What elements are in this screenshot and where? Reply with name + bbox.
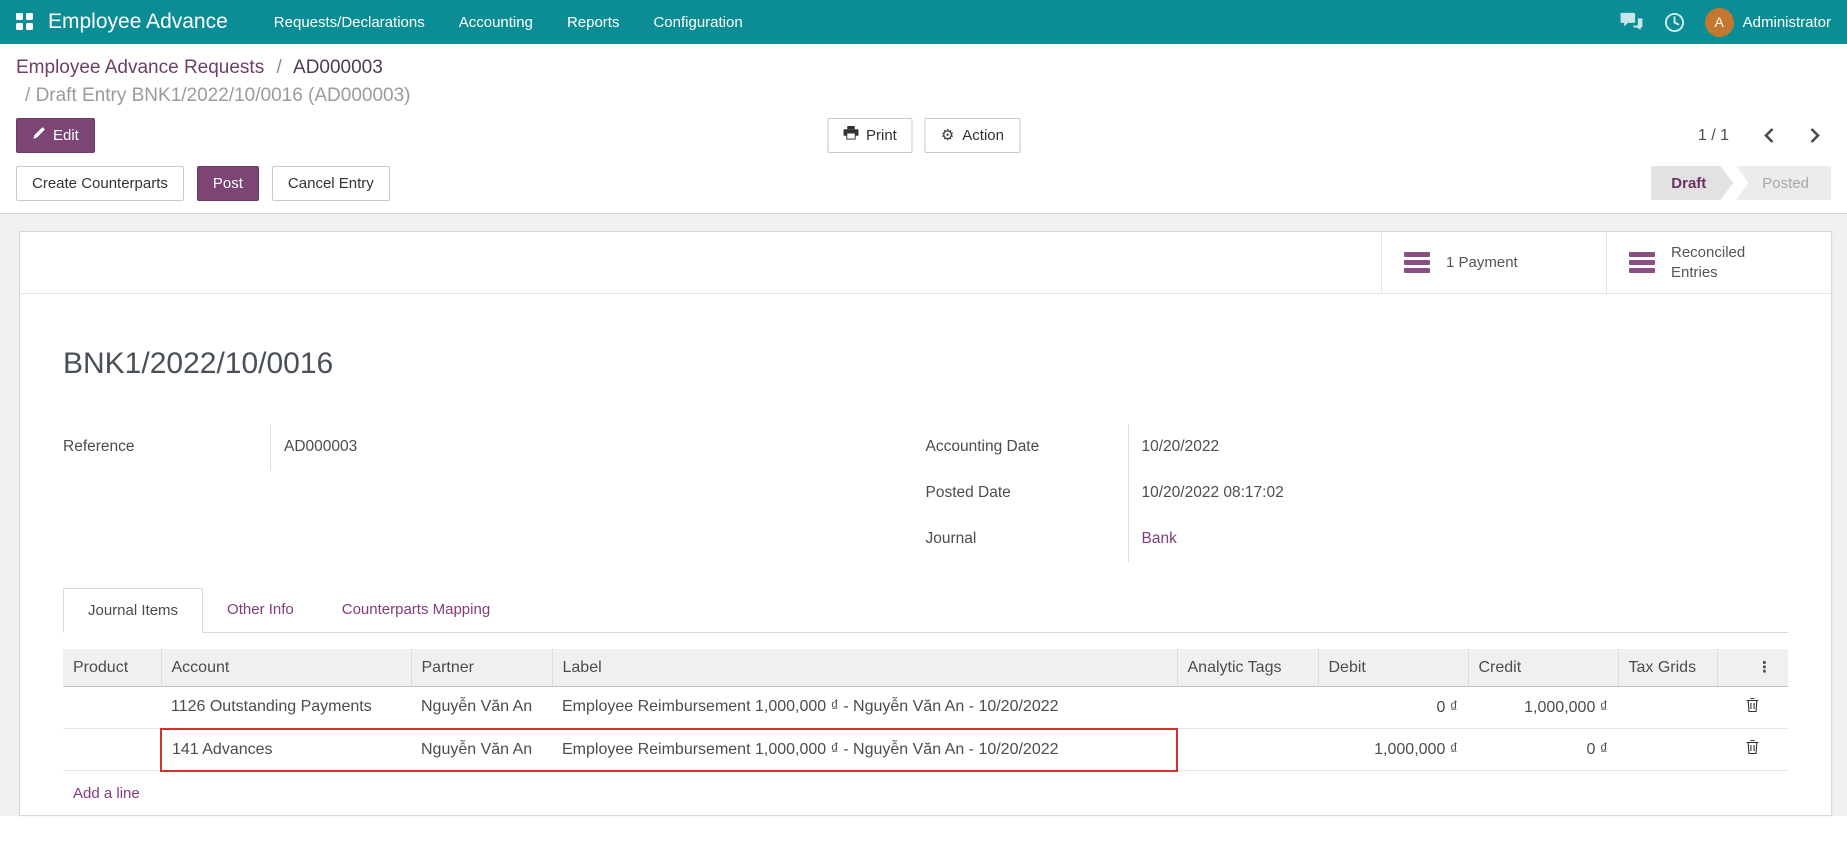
posted-date-field-value: 10/20/2022 08:17:02 <box>1142 470 1789 516</box>
posted-date-field-label: Posted Date <box>926 470 1128 516</box>
action-button-label: Action <box>962 126 1004 145</box>
cell-analytic-tags <box>1177 687 1318 729</box>
cell-label: Employee Reimbursement 1,000,000 ₫ - Ngu… <box>552 729 1177 771</box>
cell-tax-grids <box>1618 729 1717 771</box>
status-stage-draft[interactable]: Draft <box>1651 166 1733 200</box>
reference-field-value: AD000003 <box>284 424 926 470</box>
form-sheet: 1 Payment Reconciled Entries BNK1/2022/1… <box>19 231 1832 816</box>
menu-requests-declarations[interactable]: Requests/Declarations <box>260 5 439 40</box>
cell-partner: Nguyễn Văn An <box>411 687 552 729</box>
payments-stat-button[interactable]: 1 Payment <box>1381 232 1606 293</box>
breadcrumb-item-request[interactable]: AD000003 <box>293 57 383 78</box>
breadcrumb: Employee Advance Requests / AD000003 / D… <box>0 44 1847 109</box>
tab-counterparts-mapping[interactable]: Counterparts Mapping <box>318 588 514 632</box>
status-stage-posted[interactable]: Posted <box>1736 166 1831 200</box>
journal-item-row-1[interactable]: 1126 Outstanding Payments Nguyễn Văn An … <box>63 687 1788 729</box>
user-name: Administrator <box>1743 14 1831 31</box>
menu-accounting[interactable]: Accounting <box>445 5 547 40</box>
delete-row-icon[interactable] <box>1745 700 1760 717</box>
apps-menu-icon[interactable] <box>16 13 34 31</box>
pager-previous-icon[interactable] <box>1763 127 1775 144</box>
activities-clock-icon[interactable] <box>1664 12 1685 33</box>
journal-entries-icon <box>1404 252 1430 273</box>
pager-next-icon[interactable] <box>1809 127 1821 144</box>
reconciled-entries-stat-label: Reconciled Entries <box>1671 243 1791 283</box>
delete-row-icon[interactable] <box>1745 742 1760 759</box>
cell-debit: 1,000,000 ₫ <box>1318 729 1468 771</box>
journal-field-value-link[interactable]: Bank <box>1142 530 1177 548</box>
column-header-analytic-tags[interactable]: Analytic Tags <box>1177 649 1318 687</box>
payments-stat-label: 1 Payment <box>1446 253 1518 273</box>
cancel-entry-button[interactable]: Cancel Entry <box>272 166 390 201</box>
add-a-line-link[interactable]: Add a line <box>73 785 140 802</box>
edit-button[interactable]: Edit <box>16 118 95 153</box>
journal-field-label: Journal <box>926 516 1128 562</box>
column-header-partner[interactable]: Partner <box>411 649 552 687</box>
cell-product <box>63 729 161 771</box>
column-header-product[interactable]: Product <box>63 649 161 687</box>
print-button-label: Print <box>866 126 897 145</box>
column-header-tax-grids[interactable]: Tax Grids <box>1618 649 1717 687</box>
cell-account: 141 Advances <box>161 729 411 771</box>
action-button[interactable]: ⚙ Action <box>925 118 1020 153</box>
table-header-row: Product Account Partner Label Analytic T… <box>63 649 1788 687</box>
column-header-account[interactable]: Account <box>161 649 411 687</box>
pager-counter: 1 / 1 <box>1698 127 1729 145</box>
optional-columns-icon[interactable]: ⋮ <box>1728 658 1779 676</box>
main-menu: Requests/Declarations Accounting Reports… <box>260 5 757 40</box>
create-counterparts-button[interactable]: Create Counterparts <box>16 166 184 201</box>
top-navbar: Employee Advance Requests/Declarations A… <box>0 0 1847 44</box>
cell-credit: 1,000,000 ₫ <box>1468 687 1618 729</box>
breadcrumb-current-page: / Draft Entry BNK1/2022/10/0016 (AD00000… <box>16 85 1831 107</box>
cell-debit: 0 ₫ <box>1318 687 1468 729</box>
journal-items-table: Product Account Partner Label Analytic T… <box>63 649 1788 772</box>
printer-icon <box>843 126 858 145</box>
app-brand[interactable]: Employee Advance <box>48 10 228 34</box>
cell-label: Employee Reimbursement 1,000,000 ₫ - Ngu… <box>552 687 1177 729</box>
status-ribbon: Draft Posted <box>1651 166 1831 201</box>
column-header-credit[interactable]: Credit <box>1468 649 1618 687</box>
control-panel: Edit Print ⚙ Action 1 / 1 <box>0 109 1847 166</box>
cell-credit: 0 ₫ <box>1468 729 1618 771</box>
cell-account: 1126 Outstanding Payments <box>161 687 411 729</box>
gear-icon: ⚙ <box>941 128 954 143</box>
field-groups: Reference AD000003 Accounting Date Poste… <box>63 424 1788 562</box>
tab-other-info[interactable]: Other Info <box>203 588 318 632</box>
cell-tax-grids <box>1618 687 1717 729</box>
user-menu[interactable]: A Administrator <box>1705 8 1831 37</box>
statusbar: Create Counterparts Post Cancel Entry Dr… <box>0 166 1847 214</box>
edit-button-label: Edit <box>53 126 79 145</box>
menu-reports[interactable]: Reports <box>553 5 634 40</box>
cell-partner: Nguyễn Văn An <box>411 729 552 771</box>
content-area: 1 Payment Reconciled Entries BNK1/2022/1… <box>0 214 1847 816</box>
print-button[interactable]: Print <box>827 118 913 153</box>
accounting-date-field-value: 10/20/2022 <box>1142 424 1789 470</box>
breadcrumb-link-requests[interactable]: Employee Advance Requests <box>16 57 264 78</box>
breadcrumb-separator: / <box>277 57 282 78</box>
messages-icon[interactable] <box>1619 12 1644 32</box>
reconciled-entries-stat-button[interactable]: Reconciled Entries <box>1606 232 1831 293</box>
breadcrumb-current-label: Draft Entry BNK1/2022/10/0016 (AD000003) <box>36 85 411 106</box>
record-title: BNK1/2022/10/0016 <box>63 346 1788 382</box>
column-header-label[interactable]: Label <box>552 649 1177 687</box>
journal-item-row-2-highlighted[interactable]: 141 Advances Nguyễn Văn An Employee Reim… <box>63 729 1788 771</box>
post-button[interactable]: Post <box>197 166 259 201</box>
cell-product <box>63 687 161 729</box>
stat-button-box: 1 Payment Reconciled Entries <box>20 232 1831 294</box>
pencil-icon <box>32 126 45 145</box>
avatar: A <box>1705 8 1734 37</box>
pager: 1 / 1 <box>1698 127 1831 145</box>
notebook-tabs: Journal Items Other Info Counterparts Ma… <box>63 588 1788 633</box>
accounting-date-field-label: Accounting Date <box>926 424 1128 470</box>
breadcrumb-separator-2: / <box>25 85 30 106</box>
journal-entries-icon <box>1629 252 1655 273</box>
column-header-debit[interactable]: Debit <box>1318 649 1468 687</box>
cell-analytic-tags <box>1177 729 1318 771</box>
navbar-systray: A Administrator <box>1619 8 1831 37</box>
menu-configuration[interactable]: Configuration <box>639 5 756 40</box>
tab-journal-items[interactable]: Journal Items <box>63 588 203 633</box>
reference-field-label: Reference <box>63 424 270 470</box>
